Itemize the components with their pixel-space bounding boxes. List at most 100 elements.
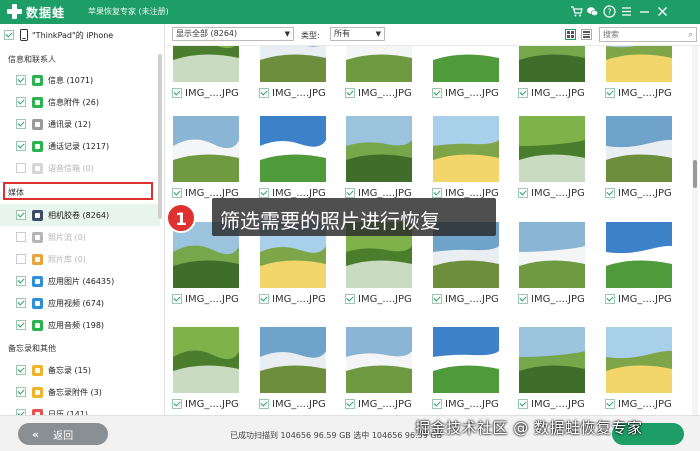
sidebar-item[interactable]: 应用视频 (674) [0,292,160,314]
photo-checkbox[interactable] [345,294,355,304]
back-button[interactable]: « 返回 [18,423,108,445]
photo-checkbox[interactable] [518,88,528,98]
photo-caption[interactable]: IMG_....JPG [172,292,239,306]
sidebar-item[interactable]: 信息附件 (26) [0,91,160,113]
list-view-icon[interactable] [581,29,592,40]
photo-checkbox[interactable] [518,399,528,409]
sidebar-scrollbar[interactable] [158,54,162,219]
photo-checkbox[interactable] [259,399,269,409]
photo-thumbnail[interactable] [606,116,672,182]
photo-thumbnail[interactable] [433,327,499,393]
photo-thumbnail[interactable] [433,116,499,182]
sidebar-item-checkbox[interactable] [16,320,26,330]
sidebar-item[interactable]: 应用图片 (46435) [0,270,160,292]
menu-icon[interactable] [620,5,633,18]
photo-thumbnail[interactable] [260,327,326,393]
photo-checkbox[interactable] [432,188,442,198]
sidebar-item-checkbox[interactable] [16,365,26,375]
photo-thumbnail[interactable] [433,46,499,82]
photo-checkbox[interactable] [172,88,182,98]
sidebar-item-checkbox[interactable] [16,97,26,107]
sidebar-item-checkbox[interactable] [16,232,26,242]
photo-caption[interactable]: IMG_....JPG [605,397,672,411]
photo-thumbnail[interactable] [260,46,326,82]
photo-caption[interactable]: IMG_....JPG [172,397,239,411]
photo-checkbox[interactable] [172,188,182,198]
wechat-icon[interactable] [586,5,599,18]
sidebar-item[interactable]: 通讯录 (12) [0,113,160,135]
sidebar-item[interactable]: 备忘录附件 (3) [0,381,160,403]
photo-thumbnail[interactable] [519,116,585,182]
photo-checkbox[interactable] [345,88,355,98]
sidebar-item-checkbox[interactable] [16,298,26,308]
photo-checkbox[interactable] [518,188,528,198]
photo-caption[interactable]: IMG_....JPG [259,292,326,306]
photo-checkbox[interactable] [605,294,615,304]
sidebar-item-checkbox[interactable] [16,75,26,85]
photo-checkbox[interactable] [345,188,355,198]
photo-caption[interactable]: IMG_....JPG [605,86,672,100]
photo-thumbnail[interactable] [173,46,239,82]
photo-caption[interactable]: IMG_....JPG [432,397,499,411]
sidebar-item[interactable]: 日历 (141) [0,403,160,415]
device-checkbox[interactable] [4,30,14,40]
sidebar-item[interactable]: 语音信箱 (0) [0,157,160,179]
photo-checkbox[interactable] [605,399,615,409]
photo-caption[interactable]: IMG_....JPG [605,292,672,306]
grid-view-icon[interactable] [565,29,576,40]
photo-checkbox[interactable] [345,399,355,409]
photo-caption[interactable]: IMG_....JPG [518,292,585,306]
sidebar-item-checkbox[interactable] [16,119,26,129]
photo-checkbox[interactable] [172,294,182,304]
photo-caption[interactable]: IMG_....JPG [518,397,585,411]
sidebar-item[interactable]: 照片库 (0) [0,248,160,270]
photo-thumbnail[interactable] [606,46,672,82]
help-icon[interactable]: ? [603,5,616,18]
filter-dropdown[interactable]: 显示全部 (8264) ▼ [172,27,294,41]
minimize-icon[interactable] [638,5,651,18]
photo-checkbox[interactable] [259,88,269,98]
sidebar-item[interactable]: 备忘录 (15) [0,359,160,381]
photo-caption[interactable]: IMG_....JPG [259,397,326,411]
close-icon[interactable] [656,5,669,18]
photo-thumbnail[interactable] [173,116,239,182]
device-row[interactable]: "ThinkPad"的 iPhone [4,27,113,43]
photo-thumbnail[interactable] [346,327,412,393]
photo-caption[interactable]: IMG_....JPG [432,292,499,306]
photo-thumbnail[interactable] [346,46,412,82]
photo-thumbnail[interactable] [173,327,239,393]
photo-caption[interactable]: IMG_....JPG [345,397,412,411]
photo-thumbnail[interactable] [606,327,672,393]
photo-caption[interactable]: IMG_....JPG [432,86,499,100]
photo-checkbox[interactable] [518,294,528,304]
photo-checkbox[interactable] [432,88,442,98]
photo-caption[interactable]: IMG_....JPG [345,86,412,100]
photo-thumbnail[interactable] [519,46,585,82]
sidebar-item-checkbox[interactable] [16,276,26,286]
photo-checkbox[interactable] [172,399,182,409]
sidebar-item[interactable]: 信息 (1071) [0,69,160,91]
photo-caption[interactable]: IMG_....JPG [518,186,585,200]
sidebar-item-checkbox[interactable] [16,141,26,151]
photo-thumbnail[interactable] [519,222,585,288]
photo-thumbnail[interactable] [346,116,412,182]
photo-caption[interactable]: IMG_....JPG [172,86,239,100]
grid-scrollbar-track[interactable] [692,46,698,415]
photo-thumbnail[interactable] [519,327,585,393]
photo-caption[interactable]: IMG_....JPG [518,86,585,100]
sidebar-item[interactable]: 通话记录 (1217) [0,135,160,157]
photo-checkbox[interactable] [259,294,269,304]
photo-checkbox[interactable] [605,188,615,198]
search-icon[interactable]: ⌕ [688,29,693,42]
search-input[interactable] [603,30,683,39]
photo-checkbox[interactable] [432,294,442,304]
sidebar-item[interactable]: 照片流 (0) [0,226,160,248]
cart-icon[interactable] [570,5,583,18]
photo-checkbox[interactable] [605,88,615,98]
search-box[interactable]: ⌕ [599,27,697,42]
sidebar-item-checkbox[interactable] [16,387,26,397]
photo-checkbox[interactable] [432,399,442,409]
sidebar-item-checkbox[interactable] [16,163,26,173]
photo-caption[interactable]: IMG_....JPG [259,86,326,100]
photo-thumbnail[interactable] [606,222,672,288]
